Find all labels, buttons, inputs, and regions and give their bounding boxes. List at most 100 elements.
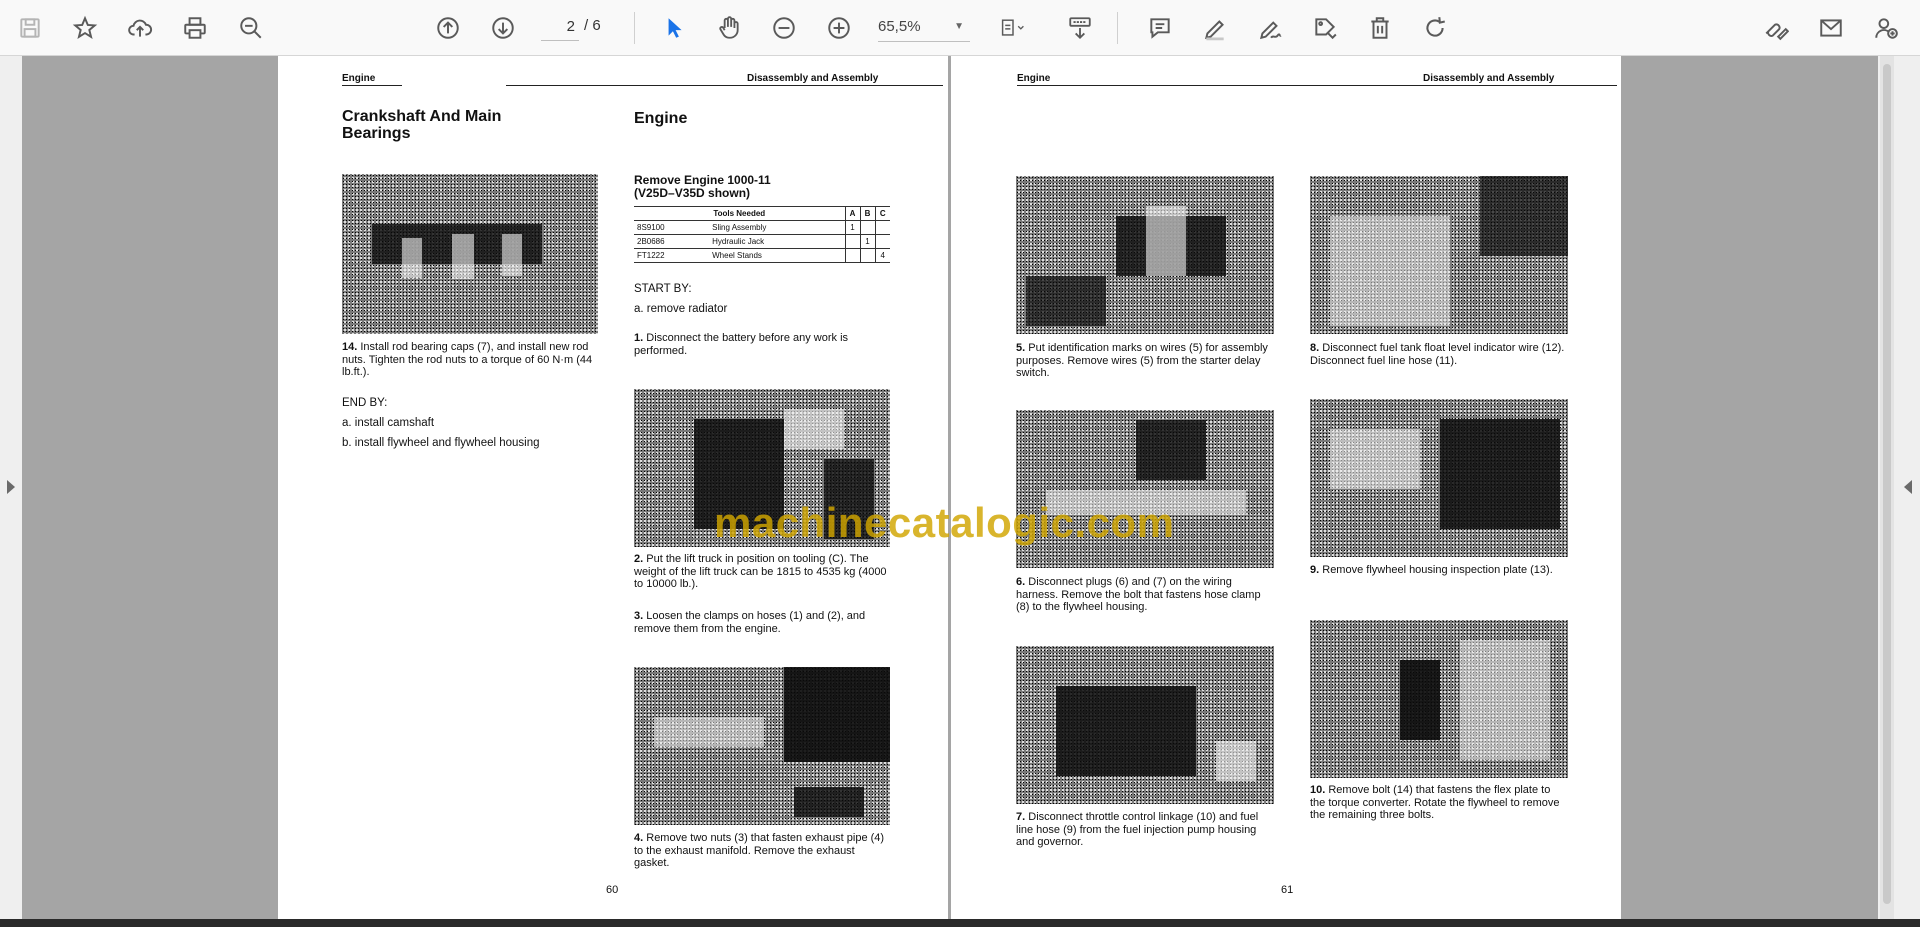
scroll-mode-icon[interactable] [1062,10,1098,46]
redo-icon[interactable] [1417,10,1453,46]
tool-part-number: 8S9100 [634,220,710,235]
end-by-label: END BY: [342,397,388,409]
tool-part-number: FT1222 [634,248,710,263]
arrow-up-circle-icon[interactable] [430,10,466,46]
edit-link-icon[interactable] [1758,10,1794,46]
zoom-level-value: 65,5% [878,18,921,35]
tools-needed-table: Tools Needed A B C 8S9100 Sling Assembly… [634,206,890,263]
header-rule [342,85,402,86]
figure-rod-bearing-caps [342,174,598,334]
table-row: 8S9100 Sling Assembly 1 [634,220,890,235]
page-header-right: Disassembly and Assembly [1423,73,1555,84]
document-viewer[interactable]: Engine Disassembly and Assembly Cranksha… [0,56,1920,919]
vertical-scrollbar[interactable] [1880,56,1894,919]
zoom-out-search-icon[interactable] [233,10,269,46]
hand-icon[interactable] [711,10,747,46]
tool-qty-a [844,248,860,263]
arrow-down-circle-icon[interactable] [485,10,521,46]
step-2-caption: 2. Put the lift truck in position on too… [634,553,887,590]
tool-qty-c [874,220,890,235]
mail-icon[interactable] [1813,10,1849,46]
tool-name: Sling Assembly [709,220,845,235]
table-row: FT1222 Wheel Stands 4 [634,248,890,263]
zoom-level-select[interactable]: 65,5% ▼ [878,12,970,42]
toolbar-divider [634,12,635,44]
header-rule [506,85,943,86]
taskbar-edge [0,919,1920,927]
minus-circle-icon[interactable] [766,10,802,46]
end-by-item-b: b. install flywheel and flywheel housing [342,437,540,449]
remove-engine-subtitle: (V25D–V35D shown) [634,186,751,200]
figure-throttle-linkage [1016,646,1274,804]
star-icon[interactable] [67,10,103,46]
cursor-icon[interactable] [656,10,692,46]
step-10-caption: 10. Remove bolt (14) that fastens the fl… [1310,784,1560,821]
step-5-caption: 5. Put identification marks on wires (5)… [1016,342,1268,379]
step-7-caption: 7. Disconnect throttle control linkage (… [1016,811,1259,848]
page-number: 61 [1281,884,1294,896]
step-8-caption: 8. Disconnect fuel tank float level indi… [1310,342,1565,367]
tool-name: Wheel Stands [709,248,845,263]
tools-table-header: Tools Needed A B C [634,206,890,221]
tool-qty-c [874,234,890,249]
figure-starter-wires [1016,176,1274,334]
expand-left-icon [7,480,15,494]
step-4-caption: 4. Remove two nuts (3) that fasten exhau… [634,832,885,869]
tool-qty-b [859,220,875,235]
pen-icon[interactable] [1197,10,1233,46]
step-9-caption: 9. Remove flywheel housing inspection pl… [1310,564,1553,576]
comment-icon[interactable] [1142,10,1178,46]
left-panel-toggle[interactable] [0,56,22,919]
tool-qty-c: 4 [874,248,890,263]
tool-qty-a [844,234,860,249]
sign-icon[interactable] [1252,10,1288,46]
tools-header-cell: Tools Needed [634,206,845,221]
expand-right-icon[interactable] [1904,480,1912,494]
start-by-item-a: a. remove radiator [634,303,728,315]
page-header-right: Disassembly and Assembly [747,73,879,84]
tool-qty-a: 1 [844,220,860,235]
figure-inspection-plate [1310,399,1568,557]
toolbar-divider [1117,12,1118,44]
toolbar: / 6 65,5% ▼ [0,0,1920,56]
add-user-icon[interactable] [1868,10,1904,46]
tools-col-b: B [859,206,875,221]
figure-fuel-tank-float [1310,176,1568,334]
page-number-input[interactable] [541,13,579,41]
tools-col-c: C [874,206,890,221]
end-by-item-a: a. install camshaft [342,417,435,429]
header-rule [1017,85,1617,86]
page-header-left: Engine [342,73,376,84]
printer-icon[interactable] [177,10,213,46]
stamp-icon[interactable] [1307,10,1343,46]
step-14-caption: 14. Install rod bearing caps (7), and in… [342,341,593,378]
engine-title: Engine [634,110,688,127]
trash-icon[interactable] [1362,10,1398,46]
start-by-label: START BY: [634,283,692,295]
cloud-upload-icon[interactable] [122,10,158,46]
save-icon[interactable] [12,10,48,46]
step-3-caption: 3. Loosen the clamps on hoses (1) and (2… [634,610,866,635]
figure-exhaust-nuts [634,667,890,825]
tool-part-number: 2B0686 [634,234,710,249]
page-fit-icon[interactable] [990,10,1036,46]
section-title-line1: Crankshaft And Main [342,108,502,125]
step-1-caption: 1. Disconnect the battery before any wor… [634,332,849,357]
tools-col-a: A [844,206,860,221]
document-page-60: Engine Disassembly and Assembly Cranksha… [278,56,948,919]
tool-name: Hydraulic Jack [709,234,845,249]
chevron-down-icon: ▼ [954,21,964,32]
scrollbar-thumb[interactable] [1883,64,1891,904]
document-page-61: Engine Disassembly and Assembly 5. Put i… [951,56,1621,919]
tool-qty-b: 1 [859,234,875,249]
tool-qty-b [859,248,875,263]
section-title-line2: Bearings [342,125,411,142]
page-header-left: Engine [1017,73,1051,84]
watermark-text: machinecatalogic.com [714,499,1175,546]
plus-circle-icon[interactable] [821,10,857,46]
page-number: 60 [606,884,619,896]
step-6-caption: 6. Disconnect plugs (6) and (7) on the w… [1016,576,1261,613]
figure-flex-plate-bolt [1310,620,1568,778]
page-total-label: / 6 [584,17,601,34]
table-row: 2B0686 Hydraulic Jack 1 [634,234,890,249]
